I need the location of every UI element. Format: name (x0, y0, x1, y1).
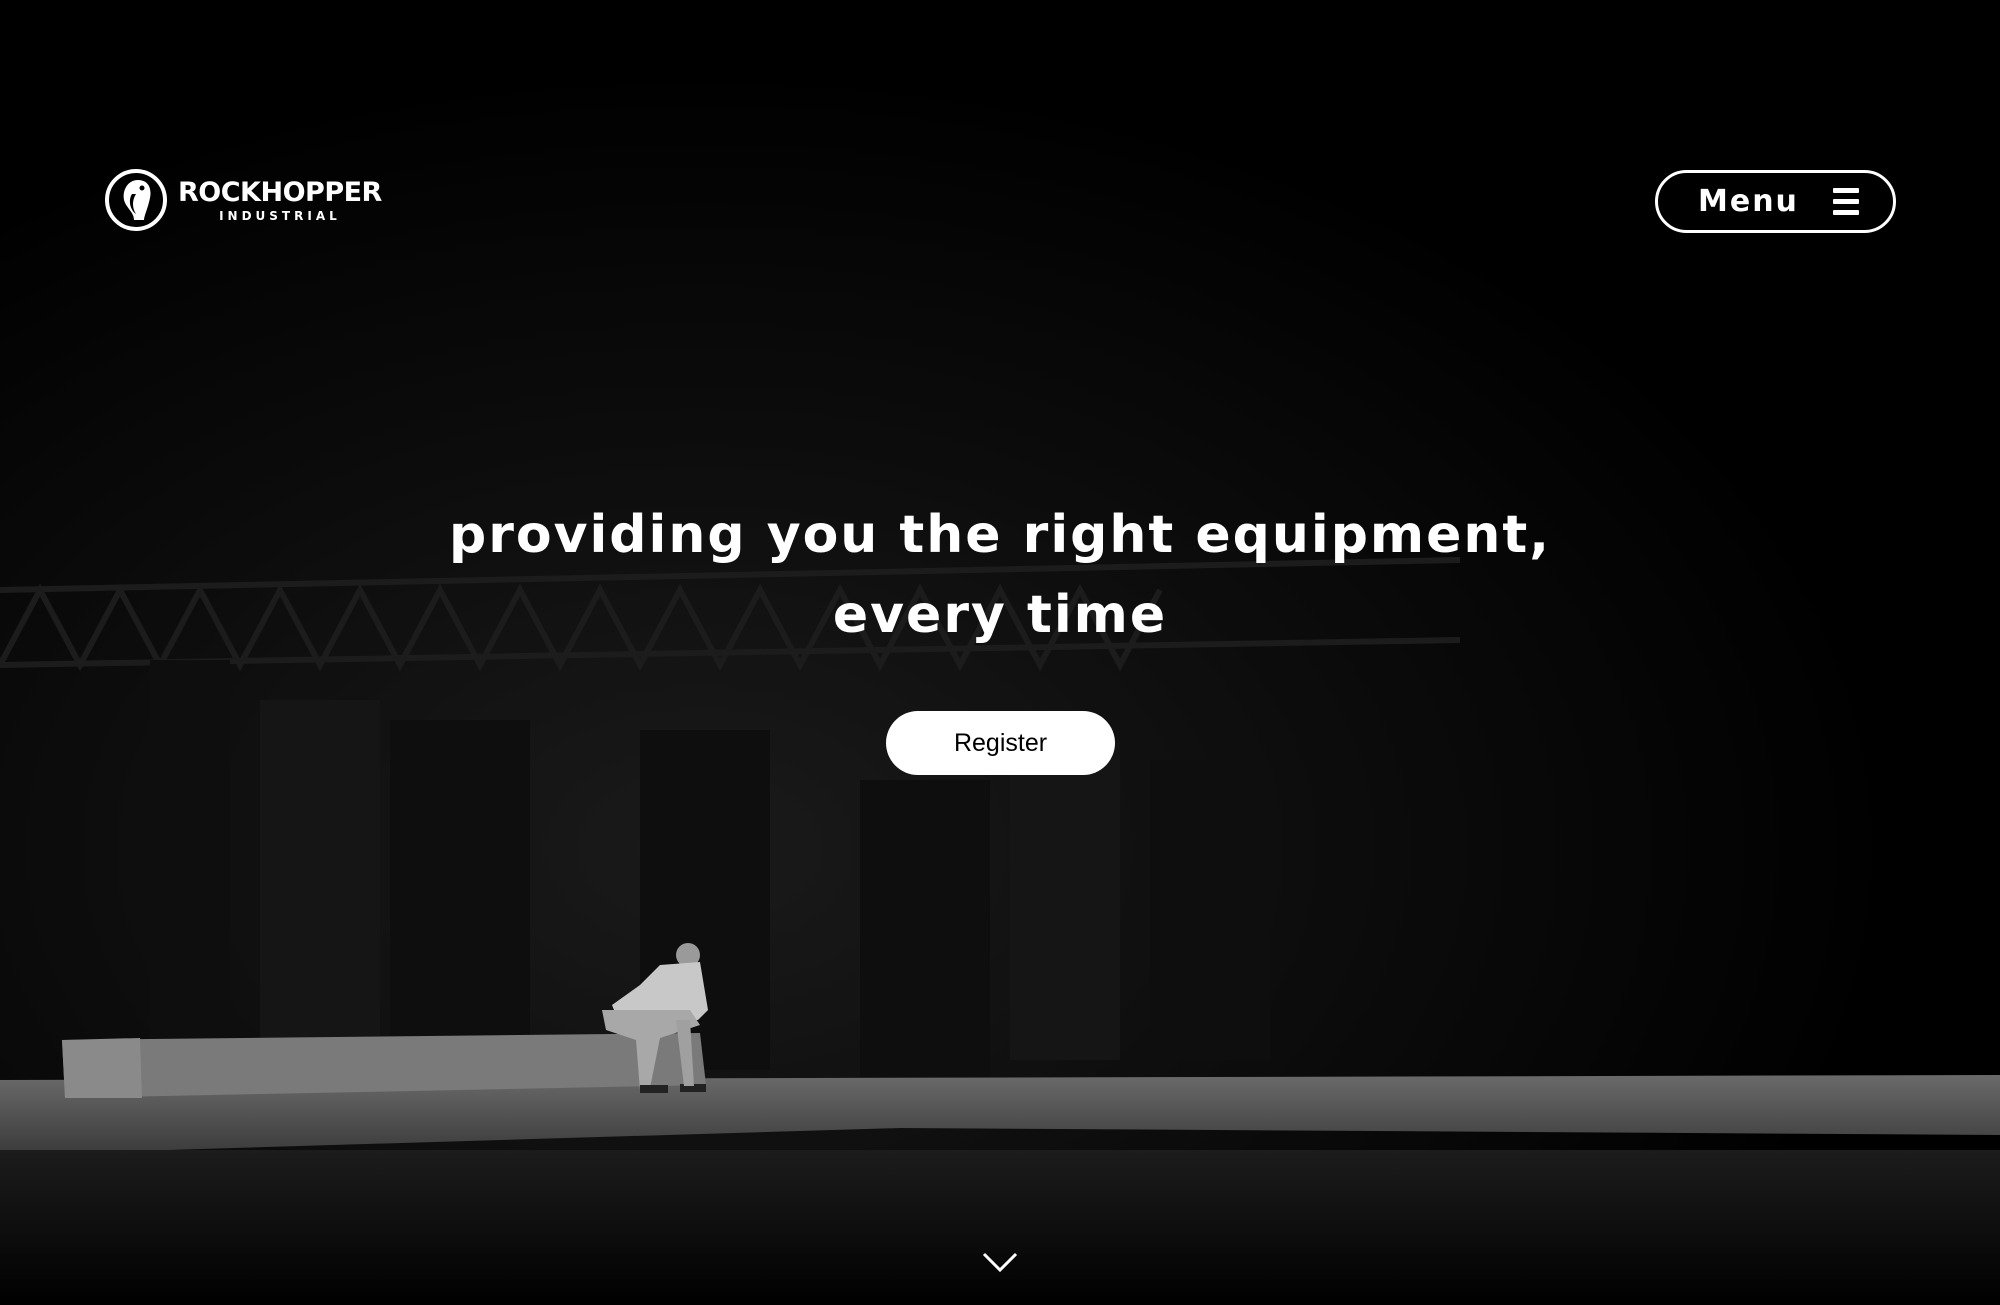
brand-logo[interactable]: ROCKHOPPER INDUSTRIAL (104, 168, 382, 232)
headline-line-1: providing you the right equipment, (448, 505, 1551, 565)
hero-headline: providing you the right equipment, every… (0, 495, 2000, 655)
hamburger-icon (1833, 188, 1859, 215)
menu-label: Menu (1698, 184, 1799, 219)
hero-section: ROCKHOPPER INDUSTRIAL Menu providing you… (0, 0, 2000, 1305)
menu-button[interactable]: Menu (1655, 170, 1896, 233)
chevron-down-icon[interactable] (982, 1250, 1018, 1274)
headline-line-2: every time (832, 585, 1168, 645)
brand-wordmark: ROCKHOPPER INDUSTRIAL (178, 179, 382, 222)
penguin-logo-icon (105, 169, 167, 231)
register-button[interactable]: Register (886, 711, 1115, 775)
brand-subtitle: INDUSTRIAL (219, 208, 341, 223)
brand-name: ROCKHOPPER (178, 176, 382, 208)
